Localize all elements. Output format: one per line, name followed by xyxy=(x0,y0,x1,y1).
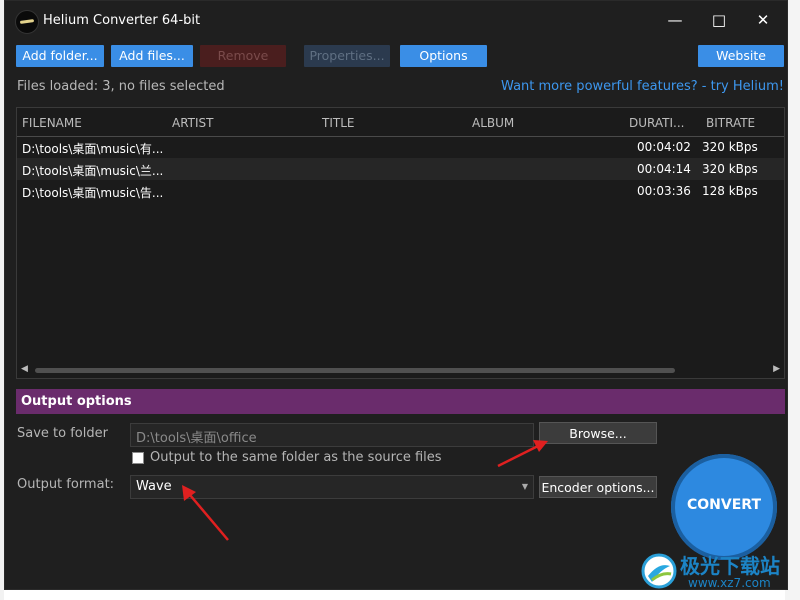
scroll-left-icon[interactable]: ◀ xyxy=(21,364,28,374)
watermark-text: 极光下载站 xyxy=(680,554,780,578)
minimize-icon[interactable]: — xyxy=(653,7,697,33)
column-artist[interactable]: ARTIST xyxy=(172,116,214,130)
website-button[interactable]: Website xyxy=(698,45,784,67)
column-duration[interactable]: DURATI... xyxy=(629,116,684,130)
output-folder-value: D:\tools\桌面\office xyxy=(136,431,257,446)
chevron-down-icon: ▼ xyxy=(521,482,528,491)
output-format-select[interactable]: Wave ▼ xyxy=(130,475,534,499)
file-table: FILENAME ARTIST TITLE ALBUM DURATI... BI… xyxy=(16,107,785,379)
output-options-title: Output options xyxy=(21,394,132,409)
aurora-logo-icon xyxy=(641,553,677,589)
window-title: Helium Converter 64-bit xyxy=(43,13,201,28)
convert-button[interactable]: CONVERT xyxy=(671,454,777,560)
filename-cell: D:\tools\桌面\music\有... xyxy=(22,142,164,156)
same-folder-checkbox[interactable] xyxy=(132,452,144,464)
helium-logo-icon xyxy=(15,10,39,34)
same-folder-label[interactable]: Output to the same folder as the source … xyxy=(150,450,442,465)
output-folder-field[interactable]: D:\tools\桌面\office xyxy=(130,423,534,447)
bitrate-cell: 320 kBps xyxy=(702,162,758,176)
properties-button[interactable]: Properties... xyxy=(304,45,390,67)
files-loaded-status: Files loaded: 3, no files selected xyxy=(17,79,225,94)
duration-cell: 00:03:36 xyxy=(637,184,691,198)
bitrate-cell: 128 kBps xyxy=(702,184,758,198)
filename-cell: D:\tools\桌面\music\告... xyxy=(22,186,164,200)
watermark-url: www.xz7.com xyxy=(688,576,771,590)
table-row[interactable]: D:\tools\桌面\music\有... 00:04:02 320 kBps xyxy=(17,136,784,158)
add-files-button[interactable]: Add files... xyxy=(111,45,193,67)
table-header: FILENAME ARTIST TITLE ALBUM DURATI... BI… xyxy=(17,108,784,137)
options-button[interactable]: Options xyxy=(400,45,487,67)
duration-cell: 00:04:14 xyxy=(637,162,691,176)
column-title[interactable]: TITLE xyxy=(322,116,354,130)
promo-link[interactable]: Want more powerful features? - try Heliu… xyxy=(501,79,784,94)
add-folder-button[interactable]: Add folder... xyxy=(16,45,104,67)
scroll-thumb[interactable] xyxy=(35,368,675,373)
output-format-value: Wave xyxy=(136,479,172,494)
output-format-label: Output format: xyxy=(17,477,115,492)
title-bar: Helium Converter 64-bit — □ ✕ xyxy=(5,1,787,39)
browse-button[interactable]: Browse... xyxy=(539,422,657,444)
save-to-folder-label: Save to folder xyxy=(17,426,108,441)
maximize-icon[interactable]: □ xyxy=(697,7,741,33)
table-row[interactable]: D:\tools\桌面\music\告... 00:03:36 128 kBps xyxy=(17,180,784,202)
convert-label: CONVERT xyxy=(687,497,761,513)
encoder-options-button[interactable]: Encoder options... xyxy=(539,476,657,498)
watermark: 极光下载站 www.xz7.com xyxy=(640,548,790,596)
remove-button[interactable]: Remove xyxy=(200,45,286,67)
output-options-header: Output options xyxy=(16,389,785,414)
duration-cell: 00:04:02 xyxy=(637,140,691,154)
horizontal-scrollbar[interactable]: ◀ ▶ xyxy=(17,362,784,378)
filename-cell: D:\tools\桌面\music\兰... xyxy=(22,164,164,178)
close-icon[interactable]: ✕ xyxy=(741,7,785,33)
column-bitrate[interactable]: BITRATE xyxy=(706,116,755,130)
bitrate-cell: 320 kBps xyxy=(702,140,758,154)
column-filename[interactable]: FILENAME xyxy=(22,116,82,130)
column-album[interactable]: ALBUM xyxy=(472,116,514,130)
table-row[interactable]: D:\tools\桌面\music\兰... 00:04:14 320 kBps xyxy=(17,158,784,180)
app-window: Helium Converter 64-bit — □ ✕ Add folder… xyxy=(4,0,788,590)
scroll-right-icon[interactable]: ▶ xyxy=(773,364,780,374)
